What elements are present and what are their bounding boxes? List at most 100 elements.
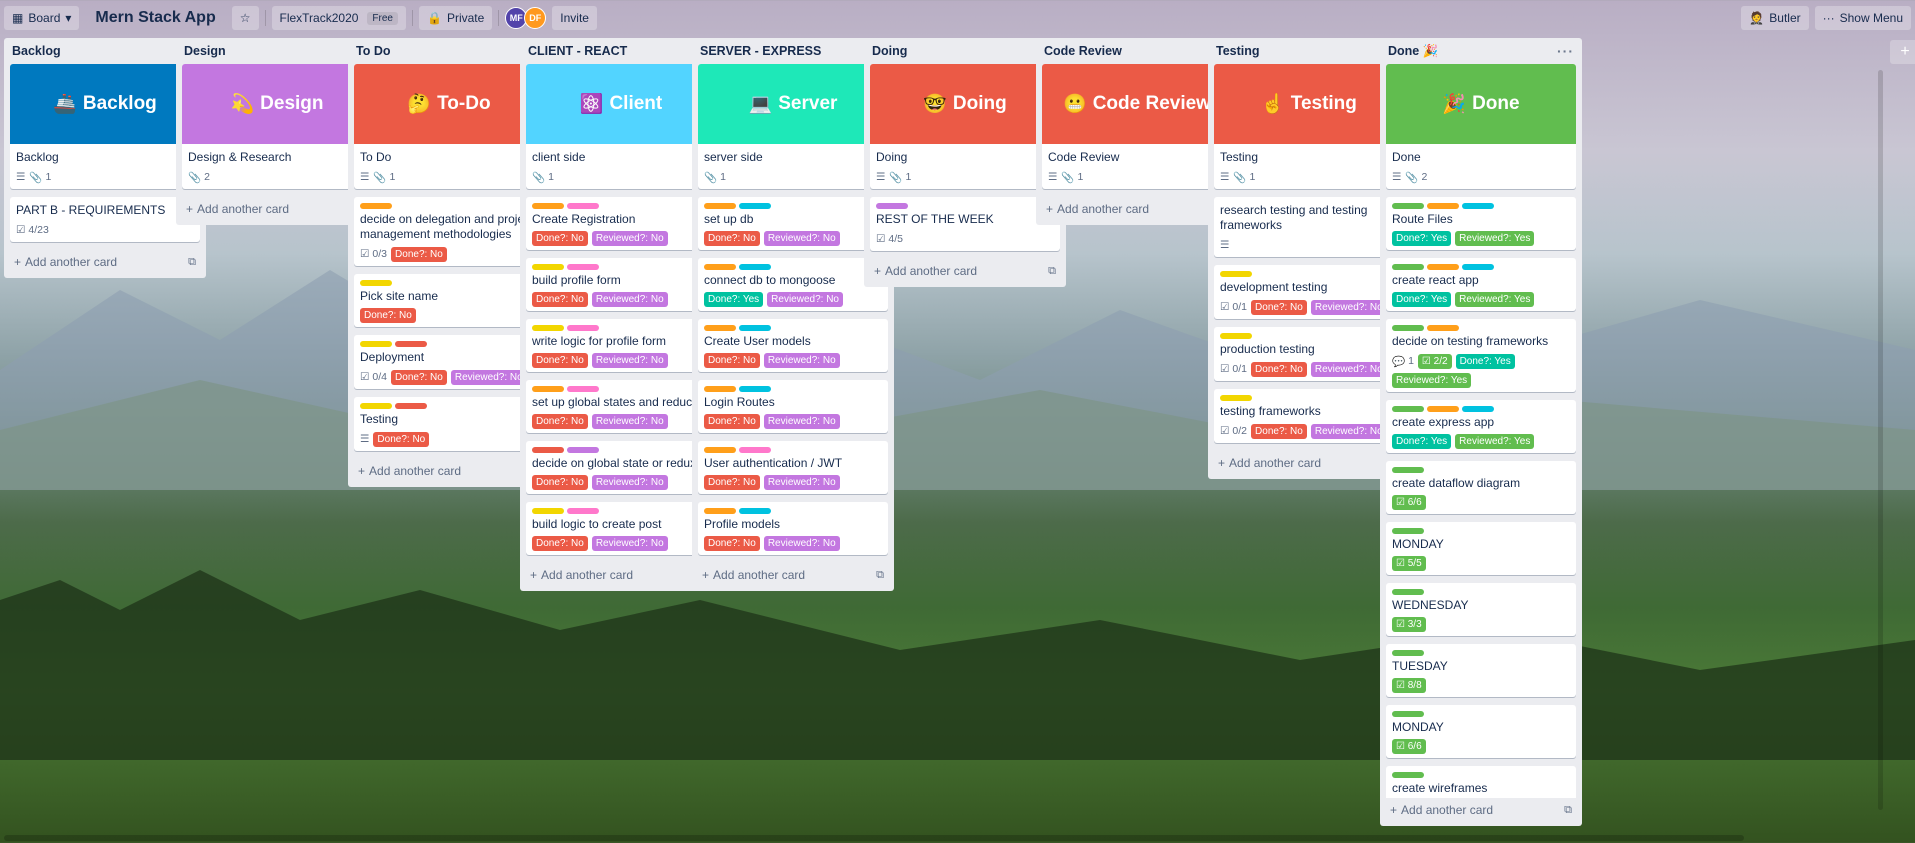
list-title[interactable]: SERVER - EXPRESS <box>700 44 821 58</box>
card-label[interactable] <box>532 386 564 392</box>
card[interactable]: ☝️ Testing Testing ☰ 📎 1 <box>1214 64 1404 189</box>
add-card-button[interactable]: +Add another card⧉ <box>182 197 372 221</box>
add-card-button[interactable]: +Add another card⧉ <box>870 259 1060 283</box>
card-label[interactable] <box>532 508 564 514</box>
card-label[interactable] <box>1220 271 1252 277</box>
list-menu-icon[interactable]: ··· <box>1557 43 1574 59</box>
card-label[interactable] <box>567 447 599 453</box>
card-label[interactable] <box>1392 589 1424 595</box>
card-label[interactable] <box>704 447 736 453</box>
card[interactable]: 🤔 To-Do To Do ☰ 📎 1 <box>354 64 544 189</box>
card-label[interactable] <box>1427 203 1459 209</box>
card[interactable]: Route Files Done?: Yes Reviewed?: Yes <box>1386 197 1576 250</box>
card-template-icon[interactable]: ⧉ <box>1564 804 1572 817</box>
card-label[interactable] <box>1392 711 1424 717</box>
card[interactable]: decide on testing frameworks 💬 1 ☑ 2/2 Done?… <box>1386 319 1576 392</box>
list-title[interactable]: Code Review <box>1044 44 1122 58</box>
list-title[interactable]: CLIENT - REACT <box>528 44 627 58</box>
card[interactable]: ⚛️ Client client side 📎 1 <box>526 64 716 189</box>
card[interactable]: 💫 Design Design & Research 📎 2 <box>182 64 372 189</box>
card[interactable]: REST OF THE WEEK ☑ 4/5 <box>870 197 1060 251</box>
card[interactable]: build logic to create post Done?: No Revie… <box>526 502 716 555</box>
card-label[interactable] <box>739 264 771 270</box>
card-template-icon[interactable]: ⧉ <box>188 256 196 269</box>
card[interactable]: Testing ☰ Done?: No <box>354 397 544 451</box>
card-label[interactable] <box>567 386 599 392</box>
card-label[interactable] <box>1392 264 1424 270</box>
card-label[interactable] <box>1427 325 1459 331</box>
card-label[interactable] <box>360 203 392 209</box>
card[interactable]: Create User models Done?: No Reviewed?: No <box>698 319 888 372</box>
visibility-button[interactable]: 🔒 Private <box>418 6 493 30</box>
card[interactable]: create dataflow diagram ☑ 6/6 <box>1386 461 1576 514</box>
butler-button[interactable]: 🤵 Butler <box>1741 6 1809 30</box>
card[interactable]: PART B - REQUIREMENTS ☑ 4/23 <box>10 197 200 242</box>
card-label[interactable] <box>1392 325 1424 331</box>
card[interactable]: testing frameworks ☑ 0/2 Done?: No Reviewed?… <box>1214 389 1404 443</box>
list-title[interactable]: To Do <box>356 44 390 58</box>
add-card-button[interactable]: +Add another card⧉ <box>10 250 200 274</box>
card-label[interactable] <box>532 325 564 331</box>
card-label[interactable] <box>704 386 736 392</box>
card-label[interactable] <box>395 403 427 409</box>
card[interactable]: create react app Done?: Yes Reviewed?: Yes <box>1386 258 1576 311</box>
list-title[interactable]: Backlog <box>12 44 61 58</box>
card[interactable]: 🤓 Doing Doing ☰ 📎 1 <box>870 64 1060 189</box>
card-label[interactable] <box>1427 406 1459 412</box>
card-label[interactable] <box>1427 264 1459 270</box>
card[interactable]: set up global states and reducer Done?: N… <box>526 380 716 433</box>
card[interactable]: TUESDAY ☑ 8/8 <box>1386 644 1576 697</box>
card-label[interactable] <box>739 447 771 453</box>
board-title[interactable]: Mern Stack App <box>85 9 225 27</box>
card-label[interactable] <box>395 341 427 347</box>
show-menu-button[interactable]: ··· Show Menu <box>1814 6 1911 30</box>
card[interactable]: Deployment ☑ 0/4 Done?: No Reviewed?: No <box>354 335 544 389</box>
card-label[interactable] <box>567 325 599 331</box>
list-title[interactable]: Testing <box>1216 44 1260 58</box>
workspace-button[interactable]: FlexTrack2020 Free <box>271 6 406 30</box>
card-label[interactable] <box>1392 203 1424 209</box>
card[interactable]: MONDAY ☑ 6/6 <box>1386 705 1576 758</box>
card-label[interactable] <box>567 264 599 270</box>
card[interactable]: MONDAY ☑ 5/5 <box>1386 522 1576 575</box>
add-card-button[interactable]: +Add another card⧉ <box>1042 197 1232 221</box>
board-scrollbar[interactable] <box>4 835 1744 841</box>
list-header[interactable]: Done 🎉 ··· <box>1380 38 1582 64</box>
card-label[interactable] <box>739 508 771 514</box>
card[interactable]: User authentication / JWT Done?: No Review… <box>698 441 888 494</box>
card[interactable]: Create Registration Done?: No Reviewed?: N… <box>526 197 716 250</box>
card-template-icon[interactable]: ⧉ <box>876 569 884 582</box>
card-label[interactable] <box>1462 203 1494 209</box>
card-label[interactable] <box>567 203 599 209</box>
card-label[interactable] <box>1462 406 1494 412</box>
list-column[interactable]: Done 🎉 ··· 🎉 Done Done ☰ 📎 2 Route Files Done?: Y… <box>1380 38 1582 826</box>
card-template-icon[interactable]: ⧉ <box>1048 265 1056 278</box>
card-label[interactable] <box>739 325 771 331</box>
add-list-button[interactable]: + <box>1890 40 1915 64</box>
add-card-button[interactable]: +Add another card⧉ <box>526 563 716 587</box>
card[interactable]: Profile models Done?: No Reviewed?: No <box>698 502 888 555</box>
board-view-switcher[interactable]: ▦ Board ▾ <box>4 6 80 30</box>
card[interactable]: Pick site name Done?: No <box>354 274 544 327</box>
list-title[interactable]: Done 🎉 <box>1388 44 1438 59</box>
card-label[interactable] <box>704 264 736 270</box>
add-card-button[interactable]: +Add another card⧉ <box>1386 798 1576 822</box>
card-label[interactable] <box>360 403 392 409</box>
card[interactable]: research testing and testing frameworks ☰ <box>1214 197 1404 257</box>
card-label[interactable] <box>1392 650 1424 656</box>
card-label[interactable] <box>1392 528 1424 534</box>
card-label[interactable] <box>1220 333 1252 339</box>
add-card-button[interactable]: +Add another card⧉ <box>1214 451 1404 475</box>
card[interactable]: write logic for profile form Done?: No Rev… <box>526 319 716 372</box>
card-label[interactable] <box>1392 772 1424 778</box>
card-label[interactable] <box>876 203 908 209</box>
card[interactable]: 🚢 Backlog Backlog ☰ 📎 1 <box>10 64 200 189</box>
avatar[interactable]: DF <box>524 7 547 29</box>
card[interactable]: decide on global state or redux Done?: No… <box>526 441 716 494</box>
card-label[interactable] <box>532 203 564 209</box>
card-label[interactable] <box>360 280 392 286</box>
star-button[interactable]: ☆ <box>231 6 259 30</box>
card[interactable]: connect db to mongoose Done?: Yes Reviewed… <box>698 258 888 311</box>
card[interactable]: create wireframes☑ 8/8 <box>1386 766 1576 798</box>
card-label[interactable] <box>1392 467 1424 473</box>
